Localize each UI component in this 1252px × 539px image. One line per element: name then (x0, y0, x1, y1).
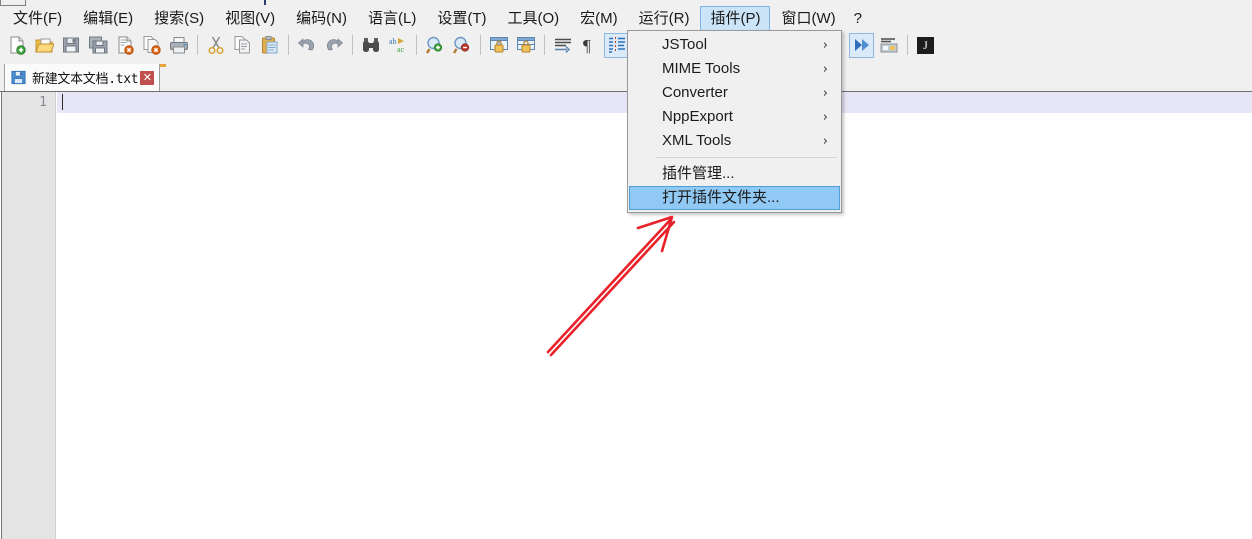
plugin-menu-converter-label: Converter (662, 84, 728, 101)
menu-language[interactable]: 语言(L) (358, 6, 426, 32)
indent-guide-icon[interactable] (604, 32, 629, 58)
tab-bar: 新建文本文档.txt ✕ (0, 59, 1252, 91)
toolbar-separator (544, 35, 545, 55)
toolbar-separator (352, 35, 353, 55)
new-file-icon[interactable] (4, 33, 29, 58)
menu-help[interactable]: ? (847, 6, 869, 32)
zoom-in-icon[interactable] (422, 33, 447, 58)
toolbar-separator (288, 35, 289, 55)
macro-play-icon[interactable] (849, 32, 874, 58)
text-caret (62, 94, 63, 110)
chevron-right-icon: › (822, 133, 828, 149)
plugin-menu-mime-tools-label: MIME Tools (662, 60, 741, 77)
save-icon[interactable] (58, 33, 83, 58)
notepadpp-window: 文件(F) 编辑(E) 搜索(S) 视图(V) 编码(N) 语言(L) 设置(T… (0, 0, 1252, 539)
close-file-icon[interactable] (112, 33, 137, 58)
show-all-characters-icon[interactable]: ¶ (577, 33, 602, 58)
plugin-menu-plugins-admin-label: 插件管理... (662, 165, 735, 182)
line-number-gutter: 1 (1, 92, 56, 539)
plugin-menu-xml-tools-label: XML Tools (662, 132, 732, 149)
toolbar-separator (907, 35, 908, 55)
paste-icon[interactable] (257, 33, 282, 58)
toolbar-separator (416, 35, 417, 55)
close-all-icon[interactable] (139, 33, 164, 58)
open-file-icon[interactable] (31, 33, 56, 58)
dropdown-separator (632, 157, 837, 158)
line-number: 1 (39, 95, 47, 110)
undo-icon[interactable] (294, 33, 319, 58)
chevron-right-icon: › (822, 85, 828, 101)
plugin-menu-converter[interactable]: Converter › (629, 81, 840, 105)
macro-record-icon[interactable] (876, 33, 901, 58)
print-icon[interactable] (166, 33, 191, 58)
menu-bar: 文件(F) 编辑(E) 搜索(S) 视图(V) 编码(N) 语言(L) 设置(T… (0, 5, 1252, 32)
tab-label: 新建文本文档.txt (32, 72, 139, 87)
plugin-menu-nppexport[interactable]: NppExport › (629, 105, 840, 129)
plugins-dropdown-menu: JSTool › MIME Tools › Converter › NppExp… (627, 30, 842, 213)
toolbar-separator (480, 35, 481, 55)
chevron-right-icon: › (822, 37, 828, 53)
plugin-menu-jstool-label: JSTool (662, 36, 708, 53)
toolbar-separator (197, 35, 198, 55)
replace-icon[interactable]: ab ac (385, 33, 410, 58)
plugin-menu-mime-tools[interactable]: MIME Tools › (629, 57, 840, 81)
jstool-icon[interactable]: J (913, 33, 938, 58)
jstool-label: J (917, 36, 934, 54)
menu-encoding[interactable]: 编码(N) (286, 6, 357, 32)
toolbar: ab ac ¶ J (0, 31, 1252, 59)
zoom-out-icon[interactable] (449, 33, 474, 58)
menu-run[interactable]: 运行(R) (629, 6, 700, 32)
tab-new-text-document[interactable]: 新建文本文档.txt ✕ (4, 64, 161, 91)
chevron-right-icon: › (822, 109, 828, 125)
floppy-disk-icon (11, 70, 26, 85)
menu-file[interactable]: 文件(F) (3, 6, 72, 32)
redo-icon[interactable] (321, 33, 346, 58)
editor-area[interactable]: 1 (0, 91, 1252, 539)
menu-search[interactable]: 搜索(S) (144, 6, 214, 32)
window-chrome-tick (264, 0, 266, 5)
plugin-menu-plugins-admin[interactable]: 插件管理... (629, 162, 840, 186)
save-all-icon[interactable] (85, 33, 110, 58)
tab-close-button[interactable]: ✕ (140, 70, 155, 85)
menu-edit[interactable]: 编辑(E) (73, 6, 143, 32)
plugin-menu-open-plugins-folder[interactable]: 打开插件文件夹... (629, 186, 840, 210)
plugin-menu-jstool[interactable]: JSTool › (629, 33, 840, 57)
svg-text:ac: ac (397, 45, 405, 54)
plugin-menu-xml-tools[interactable]: XML Tools › (629, 129, 840, 153)
copy-icon[interactable] (230, 33, 255, 58)
chevron-right-icon: › (822, 61, 828, 77)
menu-view[interactable]: 视图(V) (215, 6, 285, 32)
word-wrap-icon[interactable] (550, 33, 575, 58)
sync-vertical-scroll-icon[interactable] (486, 33, 511, 58)
find-icon[interactable] (358, 33, 383, 58)
menu-window[interactable]: 窗口(W) (771, 6, 845, 32)
sync-horizontal-scroll-icon[interactable] (513, 33, 538, 58)
menu-tools[interactable]: 工具(O) (497, 6, 569, 32)
svg-text:¶: ¶ (583, 36, 591, 55)
cut-icon[interactable] (203, 33, 228, 58)
menu-plugins[interactable]: 插件(P) (700, 5, 771, 32)
menu-macro[interactable]: 宏(M) (570, 6, 628, 32)
menu-settings[interactable]: 设置(T) (427, 6, 496, 32)
plugin-menu-open-plugins-folder-label: 打开插件文件夹... (662, 189, 780, 206)
plugin-menu-nppexport-label: NppExport (662, 108, 733, 125)
svg-text:ab: ab (389, 37, 397, 46)
